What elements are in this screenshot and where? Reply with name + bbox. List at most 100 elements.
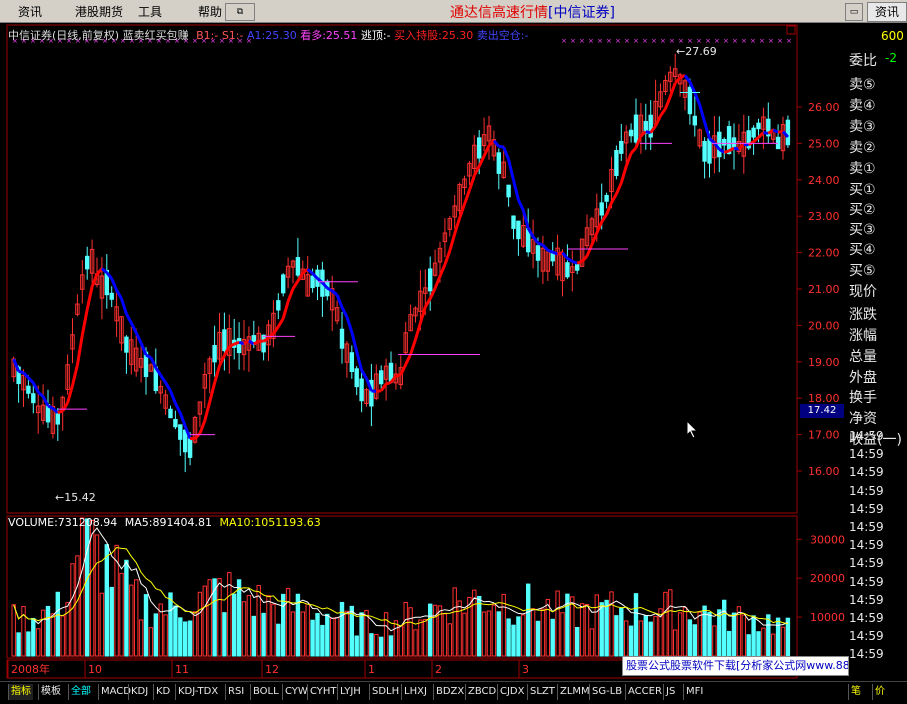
candlestick-chart[interactable]: 26.0025.0024.0023.0022.0021.0020.0019.00… — [0, 23, 845, 680]
volume-bar — [331, 618, 334, 656]
trend-line-segment — [626, 153, 631, 166]
tab-cjdx[interactable]: CJDX — [497, 684, 526, 700]
volume-bar — [708, 613, 711, 656]
tab-kd[interactable]: KD — [153, 684, 172, 700]
trend-line-segment — [597, 222, 602, 233]
price-tick-label: 22.00 — [808, 247, 840, 260]
window-restore-button[interactable]: ⧉ — [225, 3, 255, 21]
volume-bar — [561, 613, 564, 656]
volume-bar — [649, 622, 652, 656]
volume-bar — [193, 612, 196, 656]
tick-time: 14:59 — [849, 575, 884, 589]
trend-line-segment — [420, 307, 425, 323]
volume-bar — [90, 520, 93, 656]
tab-全部[interactable]: 全部 — [68, 684, 93, 700]
signal-marker: × — [714, 37, 720, 45]
volume-bar — [654, 616, 657, 656]
signal-marker: × — [786, 37, 792, 45]
rp-label-12: 涨跌 — [849, 304, 877, 324]
volume-bar — [223, 613, 226, 656]
chart-area[interactable]: 26.0025.0024.0023.0022.0021.0020.0019.00… — [0, 23, 907, 680]
tab-bdzx[interactable]: BDZX — [433, 684, 466, 700]
tab-lhxj[interactable]: LHXJ — [401, 684, 429, 700]
trend-line-segment — [166, 383, 171, 391]
tab-cyw[interactable]: CYW — [282, 684, 310, 700]
volume-bar — [546, 599, 549, 656]
tab-zbcd[interactable]: ZBCD — [465, 684, 498, 700]
tab-accer[interactable]: ACCER — [625, 684, 664, 700]
price-tick-label: 21.00 — [808, 283, 840, 296]
trend-line-segment — [773, 130, 778, 132]
volume-bar — [713, 626, 716, 656]
volume-bar — [487, 611, 490, 656]
volume-bar — [306, 604, 309, 656]
tab-kdj[interactable]: KDJ — [128, 684, 150, 700]
tick-time: 14:59 — [849, 611, 884, 625]
tab-js[interactable]: JS — [663, 684, 677, 700]
tab-rsi[interactable]: RSI — [225, 684, 246, 700]
tab-zlmm[interactable]: ZLMM — [557, 684, 592, 700]
volume-bar — [458, 601, 461, 656]
trend-line-segment — [416, 323, 421, 340]
trend-line-segment — [518, 200, 523, 210]
candle-body — [110, 293, 113, 299]
tab-lyjh[interactable]: LYJH — [337, 684, 363, 700]
trend-line-segment — [58, 411, 63, 413]
menu-item-info[interactable]: 资讯 — [18, 3, 42, 20]
volume-bar — [17, 633, 20, 656]
tab-sdlh[interactable]: SDLH — [369, 684, 401, 700]
tab-指标[interactable]: 指标 — [8, 684, 33, 700]
volume-bar — [732, 613, 735, 656]
trend-line-segment — [244, 341, 249, 344]
minimize-button[interactable]: ▭ — [845, 3, 863, 21]
signal-marker: × — [687, 37, 693, 45]
trend-line-segment — [739, 144, 744, 149]
app-title: 通达信高速行情[中信证券] — [450, 2, 615, 22]
date-tick-label: 11 — [175, 663, 189, 676]
ad-banner[interactable]: 股票公式股票软件下载[分析家公式网www.88gs.com] — [622, 656, 849, 676]
trend-line-segment — [308, 269, 313, 273]
volume-bar — [130, 585, 133, 656]
signal-marker: × — [696, 37, 702, 45]
info-button[interactable]: 资讯 — [867, 2, 907, 22]
tab-sg-lb[interactable]: SG-LB — [589, 684, 624, 700]
candle-body — [718, 132, 721, 157]
tab-模板[interactable]: 模板 — [38, 684, 63, 700]
tab-right-1[interactable]: 价 — [872, 684, 887, 700]
tab-kdj-tdx[interactable]: KDJ-TDX — [175, 684, 220, 700]
candle-body — [507, 185, 510, 197]
trend-line-segment — [175, 403, 180, 413]
volume-bar — [762, 628, 765, 656]
trend-line-segment — [509, 160, 514, 180]
tab-mfi[interactable]: MFI — [683, 684, 705, 700]
candle-body — [605, 195, 608, 201]
volume-bar — [61, 616, 64, 656]
tab-right-0[interactable]: 笔 — [848, 684, 863, 700]
trend-line-segment — [352, 332, 357, 352]
volume-bar — [208, 580, 211, 656]
menu-item-help[interactable]: 帮助 — [198, 3, 222, 20]
tick-time: 14:59 — [849, 556, 884, 570]
candle-body — [620, 141, 623, 153]
candle-body — [86, 256, 89, 269]
candle-body — [566, 263, 569, 277]
menu-bar: 资讯 港股期货 工具 帮助 ⧉ 通达信高速行情[中信证券] ▭ 资讯 — [0, 0, 907, 23]
menu-item-hk-futures[interactable]: 港股期货 — [75, 3, 123, 20]
trend-line-segment — [582, 256, 587, 261]
volume-bar — [135, 580, 138, 656]
trend-line-segment — [656, 116, 661, 126]
volume-bar — [125, 560, 128, 656]
candle-body — [277, 301, 280, 310]
tab-slzt[interactable]: SLZT — [527, 684, 557, 700]
trend-line-segment — [180, 413, 185, 426]
trend-line-segment — [705, 122, 710, 138]
tab-cyht[interactable]: CYHT — [307, 684, 339, 700]
menu-item-tools[interactable]: 工具 — [138, 3, 162, 20]
volume-bar — [723, 600, 726, 656]
volume-bar — [576, 627, 579, 656]
volume-bar — [590, 629, 593, 656]
tick-time: 14:59 — [849, 593, 884, 607]
tab-boll[interactable]: BOLL — [250, 684, 281, 700]
candle-body — [688, 87, 691, 113]
trend-line-segment — [342, 307, 347, 317]
